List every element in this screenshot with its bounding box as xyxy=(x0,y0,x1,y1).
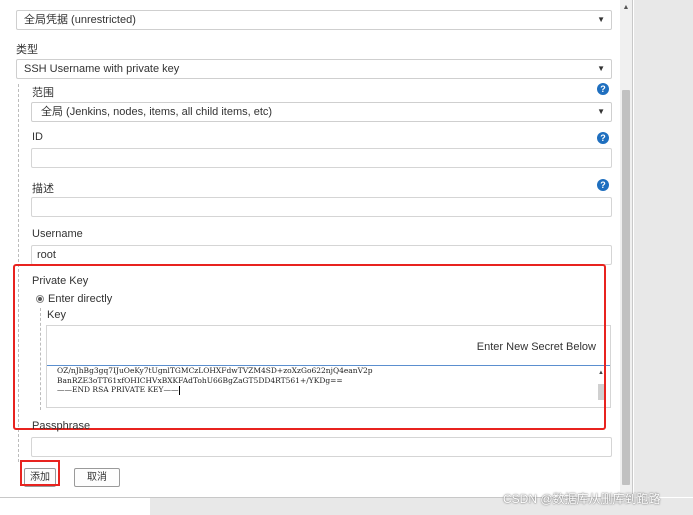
chevron-down-icon: ▼ xyxy=(597,64,605,73)
description-input[interactable] xyxy=(31,197,612,217)
scroll-thumb[interactable] xyxy=(622,90,630,485)
cancel-button[interactable]: 取消 xyxy=(74,468,120,487)
highlight-add-button xyxy=(20,460,60,486)
help-icon[interactable]: ? xyxy=(597,179,609,191)
chevron-down-icon: ▼ xyxy=(597,107,605,116)
passphrase-label: Passphrase xyxy=(32,420,91,432)
kind-label: 类型 xyxy=(16,44,38,56)
highlight-private-key xyxy=(13,264,606,430)
dialog-scrollbar[interactable]: ▲ xyxy=(620,0,632,497)
username-label: Username xyxy=(32,228,83,240)
passphrase-input[interactable] xyxy=(31,437,612,457)
kind-select-value: SSH Username with private key xyxy=(24,63,180,75)
domain-select[interactable]: 全局凭据 (unrestricted) ▼ xyxy=(16,10,612,30)
chevron-down-icon: ▼ xyxy=(597,15,605,24)
scope-label: 范围 xyxy=(32,87,54,99)
background-panel xyxy=(634,0,693,497)
username-input[interactable]: root xyxy=(31,245,612,265)
kind-select[interactable]: SSH Username with private key ▼ xyxy=(16,59,612,79)
help-icon[interactable]: ? xyxy=(597,83,609,95)
scroll-up-icon[interactable]: ▲ xyxy=(620,3,632,13)
description-label: 描述 xyxy=(32,183,54,195)
watermark: CSDN @数据库从删库到跑路 xyxy=(503,492,661,506)
id-label: ID xyxy=(32,131,43,143)
background-strip xyxy=(0,498,150,515)
id-input[interactable] xyxy=(31,148,612,168)
domain-select-value: 全局凭据 (unrestricted) xyxy=(24,14,136,26)
credentials-dialog: 全局凭据 (unrestricted) ▼ 类型 SSH Username wi… xyxy=(0,0,633,498)
scope-select-value: 全局 (Jenkins, nodes, items, all child ite… xyxy=(41,106,273,118)
help-icon[interactable]: ? xyxy=(597,132,609,144)
scope-select[interactable]: 全局 (Jenkins, nodes, items, all child ite… xyxy=(31,102,612,122)
